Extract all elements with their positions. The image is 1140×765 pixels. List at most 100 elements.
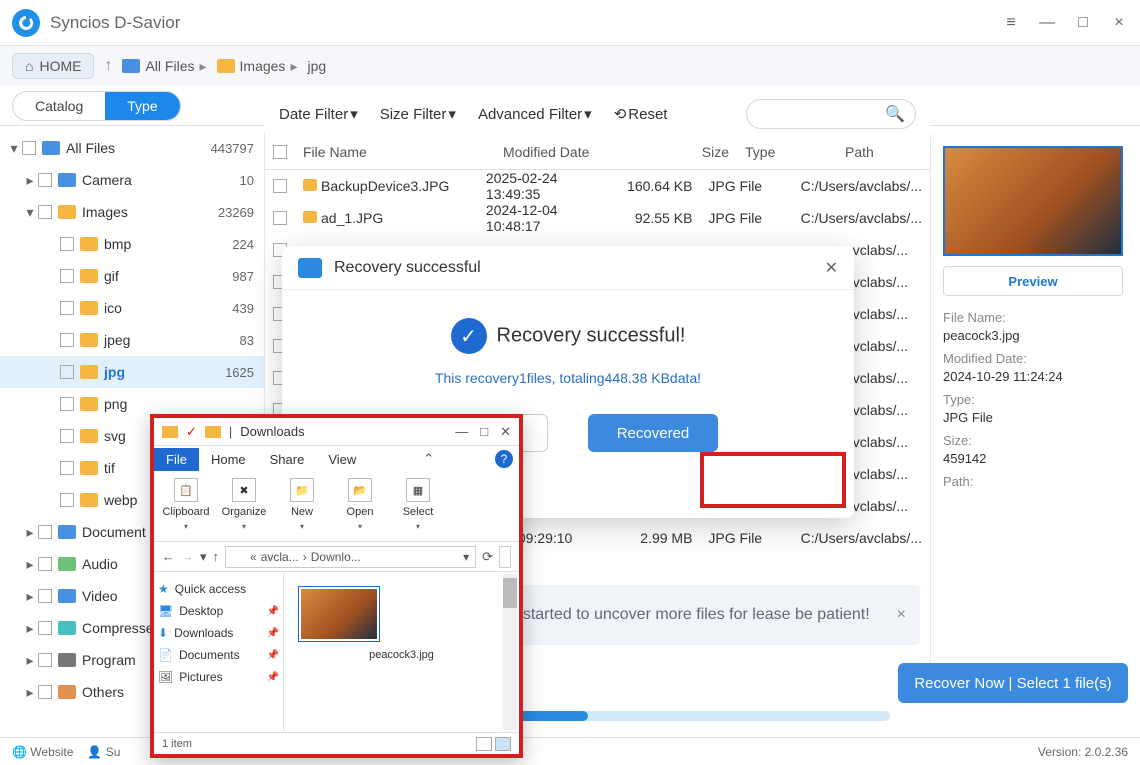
- tree-bmp[interactable]: bmp224: [0, 228, 264, 260]
- nav-quick-access[interactable]: ★Quick access: [158, 578, 279, 600]
- reset-filter[interactable]: ⟲Reset: [614, 105, 668, 123]
- refresh-icon[interactable]: ⟳: [482, 549, 493, 565]
- address-input[interactable]: « avcla...›Downlo...▾: [225, 546, 476, 568]
- checkbox[interactable]: [38, 589, 52, 603]
- breadcrumb-all-files[interactable]: All Files▸: [122, 58, 206, 75]
- col-type[interactable]: Type: [737, 144, 837, 160]
- forward-button[interactable]: →: [181, 549, 194, 564]
- up-button[interactable]: ↑: [213, 549, 220, 564]
- checkbox[interactable]: [38, 557, 52, 571]
- support-link[interactable]: 👤 Su: [87, 745, 120, 759]
- search-input[interactable]: 🔍: [746, 99, 916, 129]
- tab-file[interactable]: File: [154, 448, 199, 471]
- pin-icon: 📌: [267, 628, 279, 639]
- checkbox[interactable]: [22, 141, 36, 155]
- nav-downloads[interactable]: ⬇Downloads📌: [158, 622, 279, 644]
- preview-button[interactable]: Preview: [943, 266, 1123, 296]
- ribbon-open[interactable]: 📂Open▾: [332, 478, 388, 535]
- icons-view-icon[interactable]: [495, 737, 511, 751]
- banner-close-icon[interactable]: ×: [897, 606, 906, 624]
- nav-pictures[interactable]: 🖼Pictures📌: [158, 666, 279, 688]
- tree-jpg[interactable]: jpg1625: [0, 356, 264, 388]
- help-icon[interactable]: ?: [495, 450, 513, 468]
- minimize-button[interactable]: —: [1038, 14, 1056, 32]
- maximize-button[interactable]: □: [480, 424, 488, 440]
- tab-view[interactable]: View: [316, 448, 368, 471]
- nav-label: Pictures: [179, 670, 222, 684]
- search-explorer-input[interactable]: [499, 546, 511, 568]
- minimize-button[interactable]: —: [455, 424, 468, 440]
- ribbon-clipboard[interactable]: 📋Clipboard▾: [158, 478, 214, 535]
- col-name[interactable]: File Name: [295, 144, 495, 160]
- checkbox[interactable]: [60, 365, 74, 379]
- advanced-filter[interactable]: Advanced Filter▾: [478, 105, 592, 123]
- row-checkbox[interactable]: [273, 179, 287, 193]
- recover-now-button[interactable]: Recover Now | Select 1 file(s): [898, 663, 1128, 703]
- folder-icon: [80, 237, 98, 251]
- checkbox[interactable]: [38, 173, 52, 187]
- row-checkbox[interactable]: [273, 211, 287, 225]
- details-view-icon[interactable]: [476, 737, 492, 751]
- tree-gif[interactable]: gif987: [0, 260, 264, 292]
- tab-share[interactable]: Share: [258, 448, 317, 471]
- dialog-close-icon[interactable]: ✕: [825, 258, 838, 278]
- breadcrumb-images[interactable]: Images▸: [217, 58, 298, 75]
- audio-icon: [58, 557, 76, 571]
- tab-catalog[interactable]: Catalog: [13, 92, 105, 120]
- tree-all-files[interactable]: ▾All Files443797: [0, 132, 264, 164]
- table-row[interactable]: ad_1.JPG2024-12-04 10:48:1792.55 KBJPG F…: [265, 202, 930, 234]
- menu-icon[interactable]: ≡: [1002, 14, 1020, 32]
- dialog-recovered-button[interactable]: Recovered: [588, 414, 718, 452]
- meta-filename-label: File Name:: [943, 310, 1128, 325]
- checkbox[interactable]: [60, 493, 74, 507]
- table-row[interactable]: BackupDevice3.JPG2025-02-24 13:49:35160.…: [265, 170, 930, 202]
- back-button[interactable]: ←: [162, 549, 175, 564]
- ribbon-select[interactable]: ▦Select▾: [390, 478, 446, 535]
- nav-documents[interactable]: 📄Documents📌: [158, 644, 279, 666]
- checkbox[interactable]: [60, 461, 74, 475]
- reset-icon: ⟲: [614, 105, 627, 123]
- checkbox[interactable]: [60, 269, 74, 283]
- filter-bar: Date Filter▾ Size Filter▾ Advanced Filte…: [265, 92, 930, 136]
- checkbox[interactable]: [38, 621, 52, 635]
- select-all-checkbox[interactable]: [273, 145, 287, 159]
- scrollbar[interactable]: [503, 574, 517, 730]
- checkbox[interactable]: [38, 525, 52, 539]
- tree-camera[interactable]: ▸Camera10: [0, 164, 264, 196]
- col-size[interactable]: Size: [647, 144, 737, 160]
- close-button[interactable]: ×: [1110, 14, 1128, 32]
- search-icon: 🔍: [885, 104, 905, 124]
- explorer-ribbon: 📋Clipboard▾✖Organize▾📁New▾📂Open▾▦Select▾: [154, 472, 519, 542]
- tree-images[interactable]: ▾Images23269: [0, 196, 264, 228]
- col-path[interactable]: Path: [837, 144, 930, 160]
- col-modified[interactable]: Modified Date: [495, 144, 647, 160]
- file-thumbnail[interactable]: [298, 586, 380, 642]
- tab-type[interactable]: Type: [105, 92, 179, 120]
- ribbon-new[interactable]: 📁New▾: [274, 478, 330, 535]
- chevron-up-icon[interactable]: ⌃: [423, 451, 440, 467]
- tree-jpeg[interactable]: jpeg83: [0, 324, 264, 356]
- checkbox[interactable]: [60, 237, 74, 251]
- checkbox[interactable]: [60, 301, 74, 315]
- tab-home[interactable]: Home: [199, 448, 258, 471]
- checkbox[interactable]: [60, 397, 74, 411]
- checkbox[interactable]: [60, 333, 74, 347]
- checkbox[interactable]: [38, 685, 52, 699]
- folder-icon: [80, 333, 98, 347]
- date-filter[interactable]: Date Filter▾: [279, 105, 358, 123]
- close-button[interactable]: ✕: [500, 424, 511, 440]
- up-arrow-icon[interactable]: ↑: [104, 57, 112, 75]
- nav-desktop[interactable]: 🖥Desktop📌: [158, 600, 279, 622]
- checkbox[interactable]: [60, 429, 74, 443]
- website-link[interactable]: 🌐 Website: [12, 745, 73, 759]
- checkbox[interactable]: [38, 653, 52, 667]
- pin-icon: 📌: [267, 606, 279, 617]
- size-filter[interactable]: Size Filter▾: [380, 105, 456, 123]
- tree-ico[interactable]: ico439: [0, 292, 264, 324]
- checkbox[interactable]: [38, 205, 52, 219]
- home-button[interactable]: ⌂ HOME: [12, 53, 94, 79]
- thumbnail-image: [301, 589, 377, 639]
- chevron-down-icon[interactable]: ▾: [200, 549, 207, 565]
- maximize-button[interactable]: □: [1074, 14, 1092, 32]
- ribbon-organize[interactable]: ✖Organize▾: [216, 478, 272, 535]
